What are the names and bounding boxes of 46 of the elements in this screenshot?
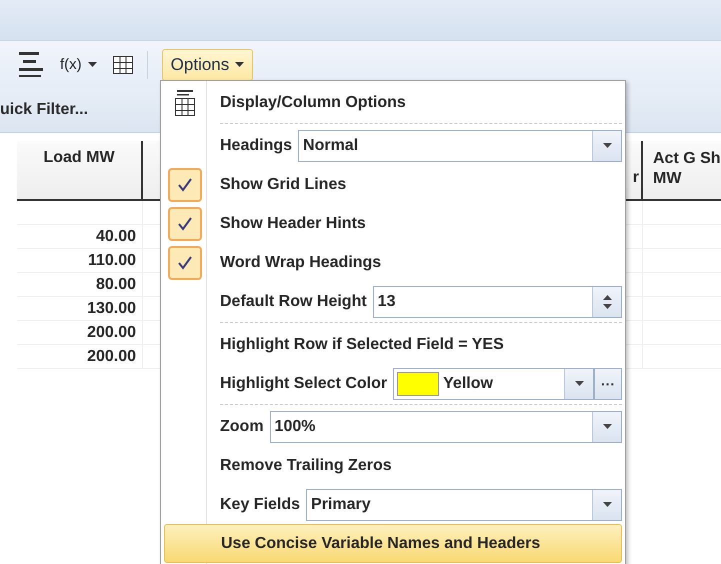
menu-item-label: Headings	[220, 136, 292, 154]
menu-item[interactable]: Remove Trailing Zeros	[220, 456, 392, 474]
check-icon	[178, 216, 192, 230]
function-button[interactable]: f(x)	[56, 56, 101, 73]
grid-icon[interactable]	[112, 56, 133, 74]
table-cell: 200.00	[17, 321, 143, 344]
checkbox[interactable]	[168, 246, 202, 280]
check-icon	[178, 178, 192, 192]
menu-item-label: Highlight Select Color	[220, 374, 388, 392]
color-dropdown-field[interactable]: Yellow	[393, 368, 594, 400]
menu-item-label: Key Fields	[220, 496, 300, 514]
dropdown-field[interactable]: 100%	[270, 410, 622, 442]
column-header[interactable]: Load MW	[17, 141, 143, 199]
more-button[interactable]: ···	[594, 368, 622, 400]
menu-item[interactable]: Display/Column Options	[220, 94, 406, 112]
menu-item-label: Use Concise Variable Names and Headers	[221, 534, 540, 552]
checkbox[interactable]	[168, 168, 202, 202]
dropdown-arrow-icon	[602, 143, 612, 148]
table-cell: 130.00	[17, 297, 143, 320]
caret-icon	[235, 62, 244, 67]
highlighted-menu-item[interactable]: Use Concise Variable Names and Headers	[164, 524, 622, 563]
table-cell: 80.00	[17, 273, 143, 296]
table-cell: 200.00	[17, 345, 143, 368]
spinner-field[interactable]: 13	[372, 286, 622, 318]
menu-item[interactable]: Show Header Hints	[220, 214, 366, 232]
options-button[interactable]: Options	[162, 48, 254, 80]
dropdown-field[interactable]: Primary	[306, 488, 622, 520]
menu-item[interactable]: Highlight Row if Selected Field = YES	[220, 336, 504, 354]
dropdown-arrow-icon	[602, 502, 612, 507]
menu-item-label: Zoom	[220, 418, 264, 436]
check-icon	[178, 256, 192, 270]
menu-item-label: Default Row Height	[220, 292, 367, 310]
caret-icon	[88, 62, 97, 67]
dropdown-field[interactable]: Normal	[298, 130, 622, 162]
quick-filter-link[interactable]: uick Filter...	[0, 101, 88, 119]
menu-item[interactable]: Show Grid Lines	[220, 176, 346, 194]
menu-item[interactable]: Word Wrap Headings	[220, 254, 382, 272]
column-header[interactable]: Act G Sh MW	[643, 141, 721, 199]
options-grid-icon	[175, 90, 195, 116]
sort-icon[interactable]	[18, 50, 44, 80]
checkbox[interactable]	[168, 206, 202, 240]
dropdown-arrow-icon	[602, 424, 612, 429]
table-cell: 110.00	[17, 249, 143, 272]
table-cell: 40.00	[17, 225, 143, 248]
spin-arrows-icon	[602, 294, 612, 308]
dropdown-arrow-icon	[574, 381, 584, 386]
